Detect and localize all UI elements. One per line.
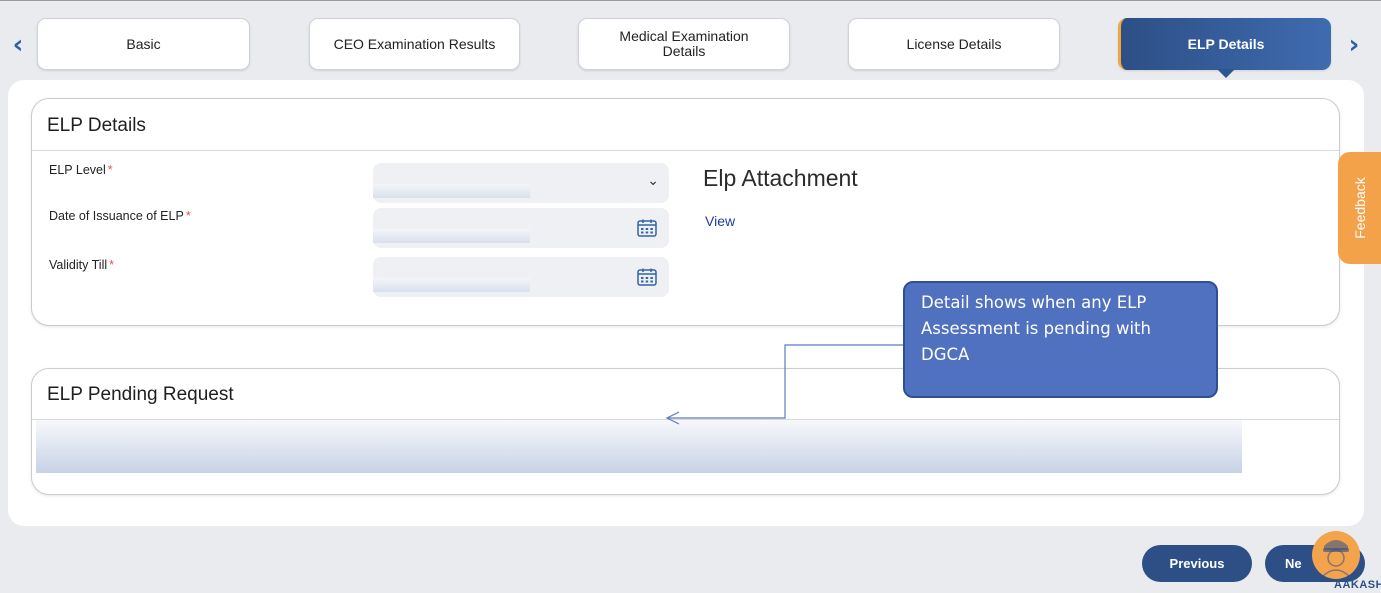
tab-ceo-examination-results[interactable]: CEO Examination Results [309, 18, 520, 70]
tabs-prev-arrow-icon[interactable]: ‹ [6, 30, 30, 60]
tab-basic[interactable]: Basic [37, 18, 250, 70]
previous-button[interactable]: Previous [1142, 545, 1252, 582]
tab-elp-details[interactable]: ELP Details [1118, 18, 1331, 78]
top-border [0, 0, 1381, 10]
date-of-issuance-input[interactable] [373, 208, 669, 248]
card-divider [32, 150, 1339, 151]
validity-till-label: Validity Till * [49, 258, 114, 272]
tabs-next-arrow-icon[interactable]: › [1342, 30, 1366, 60]
elp-details-title: ELP Details [47, 115, 146, 136]
tab-label: Medical Examination Details [619, 28, 749, 59]
view-attachment-link[interactable]: View [705, 213, 735, 229]
assistant-label: AAKASH [1334, 579, 1381, 591]
pending-request-row [36, 420, 1242, 473]
date-value [373, 229, 530, 243]
tab-license-details[interactable]: License Details [848, 18, 1060, 70]
tab-medical-examination-details[interactable]: Medical Examination Details [578, 18, 790, 70]
date-of-issuance-label: Date of Issuance of ELP * [49, 209, 191, 223]
elp-pending-title: ELP Pending Request [47, 384, 234, 405]
feedback-tab[interactable]: Feedback [1338, 152, 1381, 264]
tab-label: ELP Details [1187, 35, 1265, 52]
select-value [373, 184, 530, 198]
calendar-icon[interactable] [637, 268, 657, 286]
tab-label: License Details [906, 35, 1002, 52]
calendar-icon[interactable] [637, 219, 657, 237]
elp-level-select[interactable]: ⌄ [373, 163, 669, 203]
required-mark: * [109, 258, 114, 272]
required-mark: * [185, 209, 191, 223]
validity-till-input[interactable] [373, 257, 669, 297]
annotation-callout: Detail shows when any ELP Assessment is … [903, 281, 1218, 398]
tab-label: Basic [126, 35, 161, 52]
elp-attachment-title: Elp Attachment [703, 165, 858, 191]
callout-text: Detail shows when any ELP Assessment is … [921, 293, 1151, 364]
required-mark: * [107, 163, 113, 177]
tab-label: CEO Examination Results [333, 35, 496, 52]
chevron-down-icon: ⌄ [647, 173, 659, 189]
feedback-label: Feedback [1351, 177, 1368, 239]
date-value [373, 278, 530, 292]
elp-level-label: ELP Level * [49, 163, 113, 177]
